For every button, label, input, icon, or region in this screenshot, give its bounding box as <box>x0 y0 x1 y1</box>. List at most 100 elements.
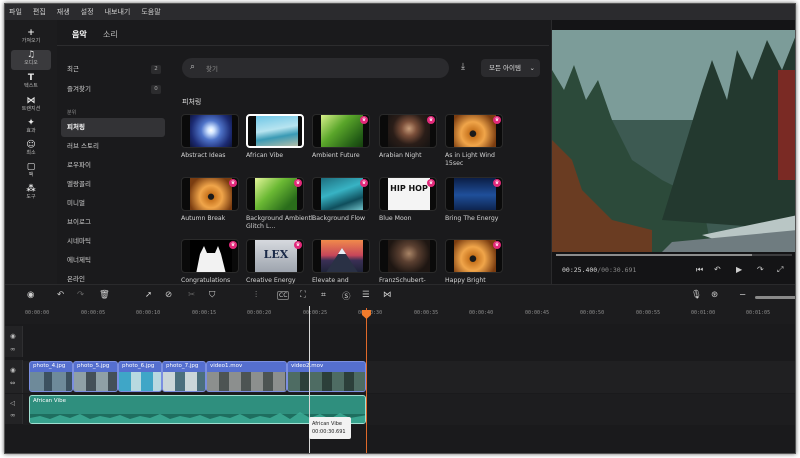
rail-label: 효과 <box>26 128 36 134</box>
scrub-progress <box>556 254 752 256</box>
menu-settings[interactable]: 설정 <box>81 7 94 17</box>
category-melancholy[interactable]: 멜랑꼴리 <box>61 175 165 194</box>
track-tile[interactable]: African Vibe <box>246 114 306 160</box>
search-input[interactable]: ⌕ 찾기 <box>182 58 449 78</box>
video-preview[interactable] <box>552 30 795 252</box>
clip-frames <box>30 372 72 391</box>
shield-icon[interactable]: ⛉ <box>209 290 215 300</box>
link-icon[interactable]: ∞ <box>10 411 15 419</box>
music-note-icon: ♫ <box>26 50 36 60</box>
rail-text[interactable]: T 텍스트 <box>11 73 51 93</box>
timeline-ruler[interactable]: 00:00:00 00:00:05 00:00:10 00:00:15 00:0… <box>5 306 795 324</box>
tab-music[interactable]: 음악 <box>72 29 87 40</box>
current-time: 00:25.400 <box>562 266 598 274</box>
video-clip[interactable]: photo_7.jpg <box>162 361 206 392</box>
zoom-out-icon[interactable]: − <box>739 290 746 300</box>
transition-icon[interactable]: ⋈ <box>383 290 392 300</box>
caption-cc-icon[interactable]: CC <box>277 291 290 300</box>
rail-tools[interactable]: ⁂ 도구 <box>11 184 51 204</box>
rail-pack[interactable]: ▢ 팩 <box>11 162 51 182</box>
mountain-icon <box>326 248 358 272</box>
track-tile[interactable]: LEX ♛ Creative Energy <box>246 239 306 285</box>
redo-icon[interactable]: ↷ <box>77 290 84 300</box>
disable-icon[interactable]: ⊘ <box>165 290 172 300</box>
adjust-icon[interactable]: ☰ <box>362 290 370 300</box>
redo-icon[interactable]: ↷ <box>757 265 764 274</box>
rail-audio[interactable]: ♫ 오디오 <box>11 50 51 70</box>
link-icon[interactable]: ⇔ <box>10 379 15 387</box>
video-clip[interactable]: video2.mov <box>287 361 366 392</box>
video-clip[interactable]: photo_5.jpg <box>73 361 118 392</box>
category-cinematic[interactable]: 시네마틱 <box>61 232 165 251</box>
voiceover-icon[interactable]: 🎙 <box>691 290 702 300</box>
track-tile[interactable]: HIP HOP ♛ Blue Moon <box>379 177 439 223</box>
track-tile[interactable]: ♛ Bring The Energy <box>445 177 505 223</box>
record-icon[interactable]: ◉ <box>27 290 34 300</box>
menu-export[interactable]: 내보내기 <box>105 7 131 17</box>
rail-effects[interactable]: ✦ 효과 <box>11 118 51 138</box>
ruler-tick: 00:01:00 <box>691 310 716 316</box>
tab-sound[interactable]: 소리 <box>103 29 118 40</box>
ruler-tick: 00:00:35 <box>414 310 439 316</box>
rail-label: 텍스트 <box>24 83 38 89</box>
category-minimal[interactable]: 미니멀 <box>61 194 165 213</box>
undo-icon[interactable]: ↶ <box>714 265 721 274</box>
track-thumbnail: ♛ <box>312 114 370 148</box>
select-pointer-icon[interactable]: ➚ <box>145 290 152 300</box>
eye-icon[interactable]: ◉ <box>10 366 16 374</box>
fullscreen-icon[interactable]: ⤢ <box>777 265 783 275</box>
rail-import[interactable]: + 가져오기 <box>11 28 51 48</box>
category-vlog[interactable]: 브이로그 <box>61 213 165 232</box>
track-tile[interactable]: ♛ As in Light Wind 15sec <box>445 114 505 168</box>
eye-icon[interactable]: ◉ <box>10 332 16 340</box>
pack-icon: ▢ <box>26 162 36 172</box>
download-icon[interactable]: ⤓ <box>461 62 465 72</box>
crop-icon[interactable]: ⌗ <box>321 290 326 300</box>
skip-back-icon[interactable]: ⏮ <box>696 265 703 275</box>
track-tile[interactable]: ♛ Ambient Future <box>312 114 372 160</box>
track-tile[interactable]: Abstract Ideas <box>181 114 241 160</box>
menu-help[interactable]: 도움말 <box>141 7 160 17</box>
undo-icon[interactable]: ↶ <box>57 290 64 300</box>
category-recent[interactable]: 최근 2 <box>61 60 165 79</box>
rail-stickers[interactable]: ☺ 최소 <box>11 140 51 160</box>
clip-label: photo_6.jpg <box>122 363 155 369</box>
video-clip[interactable]: photo_6.jpg <box>118 361 162 392</box>
app-window: 파일 편집 재생 설정 내보내기 도움말 + 가져오기 ♫ 오디오 T 텍스트 … <box>4 3 796 454</box>
track-tile[interactable]: ♛ Background Flow <box>312 177 372 223</box>
track-tile[interactable]: ♛ Background Ambientl Glitch L... <box>246 177 313 231</box>
category-lofi[interactable]: 로우파이 <box>61 156 165 175</box>
track-tile[interactable]: ♛ Arabian Night <box>379 114 439 160</box>
smart-crop-icon[interactable]: ⛶ <box>300 290 306 300</box>
menu-play[interactable]: 재생 <box>57 7 70 17</box>
track-name: Ambient Future <box>312 152 360 159</box>
category-love-story[interactable]: 러브 스토리 <box>61 137 165 156</box>
play-icon[interactable]: ▶ <box>736 265 742 274</box>
audio-wave-icon[interactable]: ⫶ <box>255 290 257 300</box>
playhead-line[interactable] <box>366 308 367 453</box>
menu-file[interactable]: 파일 <box>9 7 22 17</box>
menu-edit[interactable]: 편집 <box>33 7 46 17</box>
delete-icon[interactable]: 🗑 <box>99 290 110 300</box>
category-featured[interactable]: 피처링 <box>61 118 165 137</box>
track-tile[interactable]: ♛ Congratulations <box>181 239 241 285</box>
rail-transition[interactable]: ⋈ 트랜지션 <box>11 96 51 116</box>
track-tile[interactable]: ♛ Autumn Break <box>181 177 241 223</box>
track-thumbnail <box>246 114 304 148</box>
scissors-icon[interactable]: ✂ <box>188 290 195 300</box>
track-tile[interactable]: ♛ Happy Bright <box>445 239 505 285</box>
category-energetic[interactable]: 에너제틱 <box>61 251 165 270</box>
zoom-slider[interactable] <box>755 296 795 299</box>
track-tile[interactable]: FranzSchubert- <box>379 239 439 285</box>
all-items-dropdown[interactable]: 모든 아이템 ⌄ <box>481 59 540 77</box>
preview-scrubber[interactable] <box>556 254 792 256</box>
link-icon[interactable]: ∞ <box>10 345 15 353</box>
video-clip[interactable]: photo_4.jpg <box>29 361 73 392</box>
dropdown-label: 모든 아이템 <box>489 64 521 72</box>
speaker-icon[interactable]: ◁ <box>10 399 15 407</box>
category-favorites[interactable]: 즐겨찾기 0 <box>61 80 165 99</box>
track-tile[interactable]: Elevate and <box>312 239 372 285</box>
speed-icon[interactable]: Ⓢ <box>342 290 351 302</box>
video-clip[interactable]: video1.mov <box>206 361 287 392</box>
magnet-icon[interactable]: ⊛ <box>711 290 718 300</box>
